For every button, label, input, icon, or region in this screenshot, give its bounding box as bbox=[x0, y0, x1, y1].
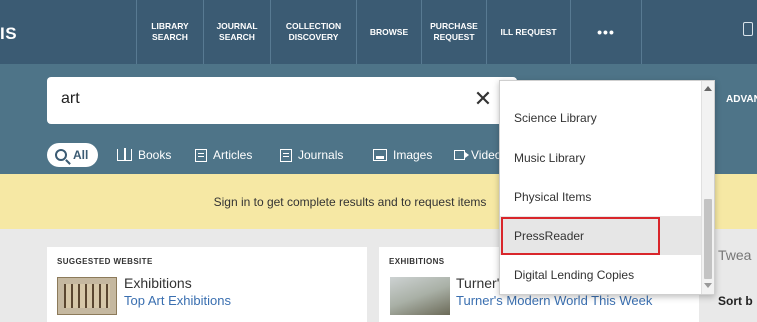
scope-option[interactable]: Digital Lending Copies bbox=[500, 255, 703, 294]
dropdown-scrollbar[interactable] bbox=[701, 81, 714, 294]
video-icon bbox=[454, 150, 469, 160]
filter-label: All bbox=[73, 148, 89, 162]
suggested-website-card: SUGGESTED WEBSITE Exhibitions Top Art Ex… bbox=[47, 247, 367, 322]
clear-search-icon[interactable]: ✕ bbox=[470, 85, 496, 113]
nav-item-library-search[interactable]: LIBRARY SEARCH bbox=[137, 0, 203, 64]
scrollbar-thumb[interactable] bbox=[704, 199, 712, 279]
article-icon bbox=[195, 148, 207, 162]
scroll-up-icon[interactable] bbox=[704, 86, 712, 91]
journal-icon bbox=[280, 148, 292, 162]
image-icon bbox=[373, 149, 387, 161]
scope-option-pressreader[interactable]: PressReader bbox=[500, 216, 703, 255]
card-link[interactable]: Turner's Modern World This Week bbox=[456, 293, 652, 308]
search-icon bbox=[55, 149, 67, 161]
filter-label: Images bbox=[393, 148, 433, 162]
top-navigation-bar: IS LIBRARY SEARCH JOURNAL SEARCH COLLECT… bbox=[0, 0, 757, 64]
nav-divider bbox=[641, 0, 642, 64]
filter-video[interactable]: Video bbox=[454, 143, 501, 167]
card-label: SUGGESTED WEBSITE bbox=[57, 257, 153, 266]
filter-images[interactable]: Images bbox=[373, 143, 432, 167]
filter-articles[interactable]: Articles bbox=[195, 143, 252, 167]
search-input[interactable]: art bbox=[61, 90, 80, 108]
advanced-search-link[interactable]: ADVAN bbox=[726, 94, 757, 105]
nav-item-purchase-request[interactable]: PURCHASE REQUEST bbox=[422, 0, 486, 64]
nav-item-ill-request[interactable]: ILL REQUEST bbox=[487, 0, 570, 64]
nav-item-browse[interactable]: BROWSE bbox=[357, 0, 421, 64]
filter-books[interactable]: Books bbox=[117, 143, 171, 167]
search-scope-dropdown[interactable]: Science Library Music Library Physical I… bbox=[499, 80, 715, 295]
filter-all[interactable]: All bbox=[47, 143, 99, 167]
card-title: Exhibitions bbox=[124, 275, 192, 291]
scope-option[interactable]: Music Library bbox=[500, 138, 703, 177]
card-label: EXHIBITIONS bbox=[389, 257, 445, 266]
filter-label: Journals bbox=[298, 148, 344, 162]
search-input-container[interactable]: art ✕ bbox=[47, 77, 517, 124]
filter-label: Articles bbox=[213, 148, 253, 162]
logo[interactable]: IS bbox=[0, 24, 17, 44]
barcode-icon[interactable] bbox=[743, 22, 753, 36]
scope-option[interactable]: Physical Items bbox=[500, 177, 703, 216]
nav-item-collection-discovery[interactable]: COLLECTION DISCOVERY bbox=[271, 0, 356, 64]
card-thumbnail[interactable] bbox=[390, 277, 450, 315]
nav-item-journal-search[interactable]: JOURNAL SEARCH bbox=[204, 0, 270, 64]
scope-option[interactable]: Science Library bbox=[500, 98, 703, 137]
card-link[interactable]: Top Art Exhibitions bbox=[124, 293, 231, 308]
sort-by-label[interactable]: Sort b bbox=[718, 294, 753, 308]
card-thumbnail[interactable] bbox=[57, 277, 117, 315]
book-icon bbox=[117, 148, 132, 161]
side-panel-heading: Twea bbox=[718, 247, 752, 263]
nav-more-button[interactable]: ••• bbox=[571, 0, 641, 64]
filter-label: Books bbox=[138, 148, 172, 162]
scroll-down-icon[interactable] bbox=[704, 283, 712, 288]
filter-journals[interactable]: Journals bbox=[280, 143, 343, 167]
filter-label: Video bbox=[471, 148, 502, 162]
